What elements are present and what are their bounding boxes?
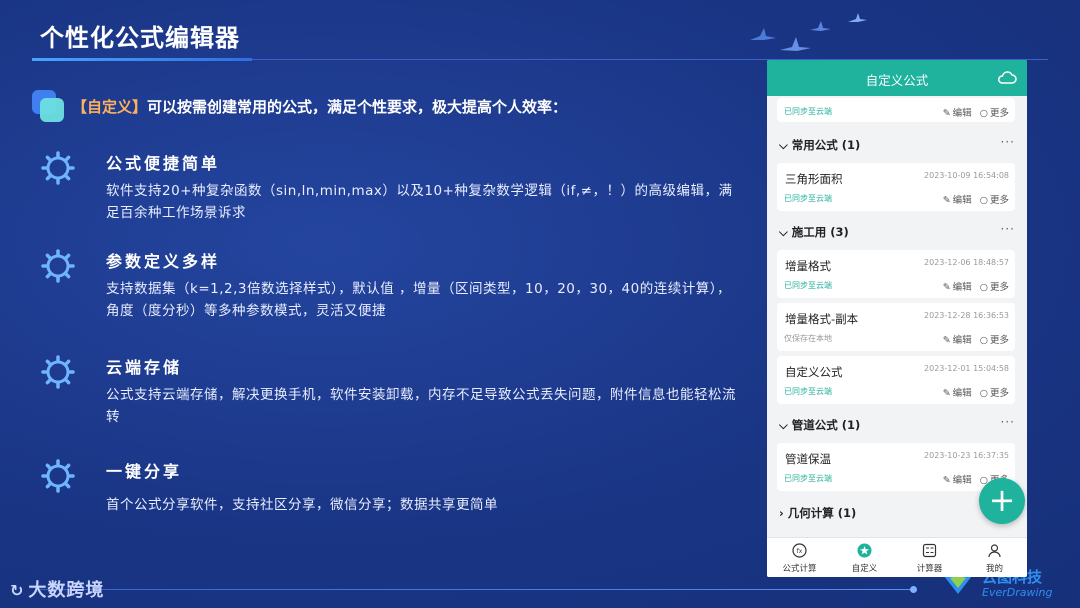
list-item[interactable]: 三角形面积 2023-10-09 16:54:08 已同步至云端 ✎ 编辑 ○ 更多 bbox=[777, 163, 1015, 211]
item-name: 自定义公式 bbox=[785, 365, 843, 379]
group-title: ⌵ 常用公式 (1) bbox=[779, 138, 861, 152]
bottom-tab-bar: fx 公式计算 自定义 计算器 我的 bbox=[767, 537, 1027, 577]
item-name: 增量格式-副本 bbox=[785, 312, 859, 326]
svg-text:fx: fx bbox=[797, 548, 803, 555]
item-time: 2023-12-28 16:36:53 bbox=[924, 311, 1009, 320]
gear-icon bbox=[41, 151, 75, 185]
list-item[interactable]: 已同步至云端 ✎ 编辑 ○ 更多 bbox=[777, 98, 1015, 122]
group-header[interactable]: ⌵ 施工用 (3) ··· bbox=[779, 222, 1015, 242]
item-name: 增量格式 bbox=[785, 259, 831, 273]
intro-body: 可以按需创建常用的公式，满足个性要求，极大提高个人效率： bbox=[147, 98, 568, 116]
sync-status: 仅保存在本地 bbox=[784, 334, 832, 343]
watermark-brand: ↻ 大数跨境 bbox=[10, 576, 104, 602]
list-item[interactable]: 自定义公式 2023-12-01 15:04:58 已同步至云端 ✎ 编辑 ○ 更多 bbox=[777, 356, 1015, 404]
group-header[interactable]: ⌵ 管道公式 (1) ··· bbox=[779, 415, 1015, 435]
phone-screen: 自定义公式 已同步至云端 ✎ 编辑 ○ 更多 ⌵ 常用公式 (1) ··· 三角形面积… bbox=[767, 60, 1027, 577]
bottom-divider-dot bbox=[910, 586, 917, 593]
tab-label: 计算器 bbox=[916, 564, 943, 574]
item-actions: ✎编辑 ○更多 bbox=[935, 105, 1009, 119]
intro-highlight: 【自定义】 bbox=[72, 98, 148, 116]
edit-button[interactable]: ✎ 编辑 bbox=[943, 475, 972, 486]
cloud-icon[interactable] bbox=[997, 69, 1017, 85]
feature-title: 参数定义多样 bbox=[106, 252, 221, 271]
phone-header-title: 自定义公式 bbox=[865, 73, 929, 88]
phone-header: 自定义公式 bbox=[767, 60, 1027, 96]
intro-text: 【自定义】可以按需创建常用的公式，满足个性要求，极大提高个人效率： bbox=[72, 96, 567, 117]
sync-status: 已同步至云端 bbox=[784, 387, 832, 396]
tab-label: 我的 bbox=[985, 564, 1003, 574]
more-button[interactable]: ○更多 bbox=[980, 195, 1009, 206]
edit-button[interactable]: ✎ 编辑 bbox=[943, 195, 972, 206]
edit-button[interactable]: ✎ 编辑 bbox=[943, 388, 972, 399]
sync-status: 已同步至云端 bbox=[784, 474, 832, 483]
sync-status: 已同步至云端 bbox=[784, 194, 832, 203]
intro-squares-icon bbox=[32, 90, 66, 124]
gear-icon bbox=[41, 355, 75, 389]
sync-status: 已同步至云端 bbox=[784, 107, 832, 116]
item-actions: ✎编辑 ○更多 bbox=[935, 279, 1009, 293]
item-actions: ✎编辑 ○更多 bbox=[935, 192, 1009, 206]
item-time: 2023-12-06 18:48:57 bbox=[924, 258, 1009, 267]
more-button[interactable]: ○更多 bbox=[980, 388, 1009, 399]
calculator-icon bbox=[922, 543, 937, 558]
group-header[interactable]: ⌵ 常用公式 (1) ··· bbox=[779, 135, 1015, 155]
feature-desc: 公式支持云端存储，解决更换手机，软件安装卸载，内存不足导致公式丢失问题，附件信息… bbox=[106, 387, 736, 425]
user-icon bbox=[988, 544, 1001, 558]
list-item[interactable]: 管道保温 2023-10-23 16:37:35 已同步至云端 ✎编辑○更多 bbox=[777, 443, 1015, 491]
tab-custom[interactable]: 自定义 bbox=[832, 538, 897, 577]
item-time: 2023-10-23 16:37:35 bbox=[924, 451, 1009, 460]
gear-icon bbox=[41, 249, 75, 283]
gear-icon bbox=[41, 459, 75, 493]
more-dots-icon[interactable]: ··· bbox=[1001, 415, 1015, 429]
feature-desc: 软件支持20+种复杂函数（sin,ln,min,max）以及10+种复杂数学逻辑… bbox=[106, 183, 733, 221]
edit-button[interactable]: ✎ 编辑 bbox=[943, 108, 972, 119]
more-button[interactable]: ○更多 bbox=[980, 335, 1009, 346]
tab-formula-calc[interactable]: fx 公式计算 bbox=[767, 538, 832, 577]
fx-icon: fx bbox=[792, 543, 807, 558]
list-item[interactable]: 增量格式-副本 2023-12-28 16:36:53 仅保存在本地 ✎ 编辑 ○ 更… bbox=[777, 303, 1015, 351]
item-time: 2023-10-09 16:54:08 bbox=[924, 171, 1009, 180]
tab-label: 自定义 bbox=[851, 564, 878, 574]
slide-title: 个性化公式编辑器 bbox=[40, 24, 240, 52]
title-underline bbox=[32, 58, 252, 61]
more-dots-icon[interactable]: ··· bbox=[1001, 135, 1015, 149]
feature-title: 公式便捷简单 bbox=[106, 154, 221, 173]
group-title: › 几何计算 (1) bbox=[779, 506, 857, 520]
edit-button[interactable]: ✎ 编辑 bbox=[943, 282, 972, 293]
more-button[interactable]: ○更多 bbox=[980, 108, 1009, 119]
feature-title: 一键分享 bbox=[106, 462, 183, 481]
feature-title: 云端存储 bbox=[106, 358, 183, 377]
watermark-text: 大数跨境 bbox=[28, 580, 105, 601]
item-name: 三角形面积 bbox=[785, 172, 843, 186]
add-formula-button[interactable]: + bbox=[979, 478, 1025, 524]
more-button[interactable]: ○更多 bbox=[980, 282, 1009, 293]
star-badge-icon bbox=[857, 543, 872, 558]
sync-status: 已同步至云端 bbox=[784, 281, 832, 290]
company-name-en: EverDrawing bbox=[982, 586, 1053, 599]
item-actions: ✎编辑 ○更多 bbox=[935, 332, 1009, 346]
item-actions: ✎编辑 ○更多 bbox=[935, 385, 1009, 399]
tab-profile[interactable]: 我的 bbox=[962, 538, 1027, 577]
tab-label: 公式计算 bbox=[782, 564, 817, 574]
item-time: 2023-12-01 15:04:58 bbox=[924, 364, 1009, 373]
list-item[interactable]: 增量格式 2023-12-06 18:48:57 已同步至云端 ✎ 编辑 ○ 更多 bbox=[777, 250, 1015, 298]
group-title: ⌵ 施工用 (3) bbox=[779, 225, 849, 239]
bottom-divider bbox=[40, 589, 915, 590]
item-name: 管道保温 bbox=[785, 452, 831, 466]
watermark-logo-icon: ↻ bbox=[10, 581, 25, 600]
group-title: ⌵ 管道公式 (1) bbox=[779, 418, 861, 432]
tab-calculator[interactable]: 计算器 bbox=[897, 538, 962, 577]
edit-button[interactable]: ✎ 编辑 bbox=[943, 335, 972, 346]
feature-desc: 支持数据集（k=1,2,3倍数选择样式），默认值 ，增量（区间类型，10，20，… bbox=[106, 281, 731, 319]
feature-desc: 首个公式分享软件，支持社区分享，微信分享；数据共享更简单 bbox=[106, 497, 498, 513]
more-dots-icon[interactable]: ··· bbox=[1001, 222, 1015, 236]
